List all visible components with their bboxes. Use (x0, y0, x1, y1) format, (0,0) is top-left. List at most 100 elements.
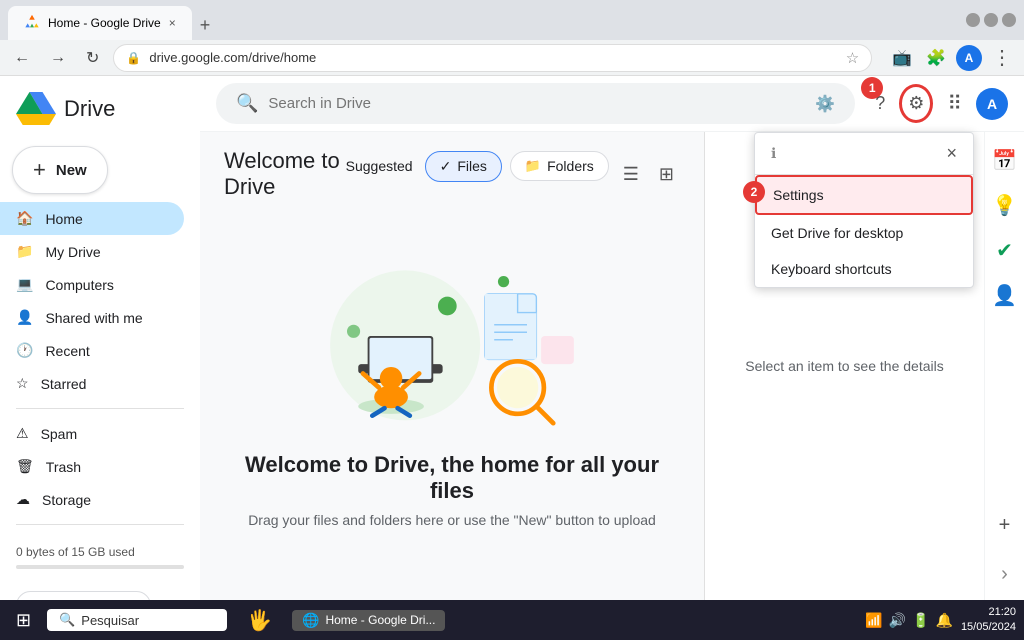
sidebar-item-label: Recent (45, 343, 89, 359)
toolbar: Suggested ✓ Files 📁 Folders ☰ (346, 151, 680, 198)
sidebar-item-home[interactable]: 🏠 Home (0, 202, 184, 235)
extensions-icon[interactable]: 🧩 (922, 44, 950, 72)
browser-tab[interactable]: Home - Google Drive × (8, 6, 192, 40)
sidebar-item-trash[interactable]: 🗑 Trash (0, 450, 184, 483)
folder-small-icon: 📁 (525, 158, 541, 174)
taskbar-tray: 📶 🔊 🔋 🔔 21:20 15/05/2024 (865, 605, 1016, 636)
taskbar-running-app[interactable]: 🌐 Home - Google Dri... (292, 610, 445, 631)
sidebar-item-label: Home (45, 211, 82, 227)
maximize-btn[interactable] (984, 13, 998, 27)
keyboard-shortcuts-menu-item[interactable]: Keyboard shortcuts (755, 251, 973, 287)
add-apps-icon[interactable]: + (991, 506, 1019, 545)
folders-label: Folders (547, 158, 594, 174)
welcome-subtitle: Drag your files and folders here or use … (248, 512, 656, 528)
back-button[interactable]: ← (8, 45, 36, 71)
shared-icon: 👤 (16, 309, 33, 326)
taskbar: ⊞ 🔍 Pesquisar 🖐️ 🌐 Home - Google Dri... … (0, 600, 1024, 640)
get-drive-desktop-menu-item[interactable]: Get Drive for desktop (755, 215, 973, 251)
sidebar-item-spam[interactable]: ⚠ Spam (0, 417, 184, 450)
settings-button[interactable]: ⚙ (899, 84, 933, 123)
expand-icon[interactable]: › (995, 557, 1014, 592)
get-storage-button[interactable]: Get more storage (16, 591, 151, 600)
search-bar[interactable]: 🔍 ⚙️ (216, 83, 855, 124)
tab-close-icon[interactable]: × (169, 16, 176, 30)
taskbar-time-text: 21:20 (961, 605, 1016, 620)
network-icon[interactable]: 📶 (865, 612, 882, 629)
storage-text: 0 bytes of 15 GB used (16, 545, 135, 559)
sidebar-item-recent[interactable]: 🕐 Recent (0, 334, 184, 367)
sidebar-item-label: Starred (41, 376, 87, 392)
new-tab-button[interactable]: + (192, 11, 219, 40)
welcome-section: Welcome to Drive, the home for all your … (224, 216, 680, 548)
minimize-btn[interactable] (966, 13, 980, 27)
address-bar[interactable]: 🔒 drive.google.com/drive/home ☆ (113, 44, 872, 72)
sidebar-item-starred[interactable]: ☆ Starred (0, 367, 184, 400)
dropdown-close-button[interactable]: × (946, 143, 957, 164)
settings-menu-item[interactable]: Settings (755, 175, 973, 215)
sidebar-item-label: Trash (46, 459, 81, 475)
welcome-title: Welcome to Drive, the home for all your … (244, 452, 660, 504)
sidebar-item-computers[interactable]: 💻 Computers (0, 268, 184, 301)
reload-button[interactable]: ↻ (80, 44, 105, 72)
sidebar-item-label: Computers (45, 277, 113, 293)
start-button[interactable]: ⊞ (8, 606, 39, 635)
storage-bar (16, 565, 184, 569)
grid-view-button[interactable]: ⊞ (653, 158, 680, 191)
suggested-row: Suggested ✓ Files 📁 Folders (346, 151, 609, 182)
trash-icon: 🗑 (16, 458, 34, 475)
taskbar-datetime[interactable]: 21:20 15/05/2024 (961, 605, 1016, 636)
star-icon: ☆ (16, 375, 29, 392)
lock-icon: 🔒 (126, 51, 141, 65)
user-avatar[interactable]: A (976, 88, 1008, 120)
taskbar-search[interactable]: 🔍 Pesquisar (47, 609, 227, 631)
suggested-label: Suggested (346, 158, 413, 174)
sidebar-item-my-drive[interactable]: 📁 My Drive (0, 235, 184, 268)
computer-icon: 💻 (16, 276, 33, 293)
sidebar-item-storage[interactable]: ☁ Storage (0, 483, 184, 516)
taskbar-search-icon: 🔍 (59, 612, 75, 628)
sidebar: Drive + New 🏠 Home 📁 My Drive 💻 Computer… (0, 76, 200, 600)
check-icon: ✓ (440, 158, 452, 175)
spam-icon: ⚠ (16, 425, 29, 442)
battery-icon[interactable]: 🔋 (912, 612, 929, 629)
keep-icon[interactable]: 💡 (984, 185, 1024, 226)
info-icon: ℹ (771, 145, 776, 162)
files-filter-button[interactable]: ✓ Files (425, 151, 502, 182)
settings-dropdown: ℹ × 2 Settings Get Drive for desktop Key… (754, 132, 974, 288)
contacts-icon[interactable]: 👤 (984, 275, 1024, 316)
taskbar-search-text: Pesquisar (81, 613, 139, 628)
drive-logo-text: Drive (64, 96, 115, 122)
cast-icon[interactable]: 📺 (888, 44, 916, 72)
right-sidebar: 📅 💡 ✔ 👤 + › (984, 132, 1024, 600)
new-button[interactable]: + New (12, 146, 108, 194)
close-btn[interactable] (1002, 13, 1016, 27)
page-title: Welcome to Drive (224, 148, 346, 200)
tasks-icon[interactable]: ✔ (988, 230, 1021, 271)
taskbar-apps: 🖐️ (243, 604, 276, 637)
taskbar-app-hand[interactable]: 🖐️ (243, 604, 276, 637)
browser-menu-icon[interactable]: ⋮ (988, 41, 1016, 74)
notification-icon[interactable]: 🔔 (936, 612, 953, 629)
filter-icon[interactable]: ⚙️ (815, 94, 835, 114)
sidebar-item-shared[interactable]: 👤 Shared with me (0, 301, 184, 334)
header-actions: 1 ? ⚙ ⠿ A (867, 83, 1008, 124)
list-view-button[interactable]: ☰ (617, 158, 645, 191)
bookmark-icon[interactable]: ☆ (846, 49, 859, 67)
calendar-icon[interactable]: 📅 (984, 140, 1024, 181)
tab-title: Home - Google Drive (48, 16, 161, 30)
search-icon: 🔍 (236, 93, 258, 114)
sidebar-item-label: Shared with me (45, 310, 142, 326)
forward-button[interactable]: → (44, 45, 72, 71)
folder-icon: 📁 (16, 243, 33, 260)
search-input[interactable] (268, 95, 805, 112)
storage-info: 0 bytes of 15 GB used (0, 533, 200, 587)
sidebar-item-label: My Drive (45, 244, 100, 260)
browser-user-avatar[interactable]: A (956, 45, 982, 71)
drive-logo-icon (16, 92, 56, 126)
volume-icon[interactable]: 🔊 (889, 612, 906, 629)
apps-button[interactable]: ⠿ (939, 83, 970, 124)
nav: 🏠 Home 📁 My Drive 💻 Computers 👤 Shared w… (0, 202, 200, 516)
taskbar-icons: 📶 🔊 🔋 🔔 (865, 612, 953, 629)
running-tab-title: Home - Google Dri... (325, 613, 435, 627)
folders-filter-button[interactable]: 📁 Folders (510, 151, 609, 181)
